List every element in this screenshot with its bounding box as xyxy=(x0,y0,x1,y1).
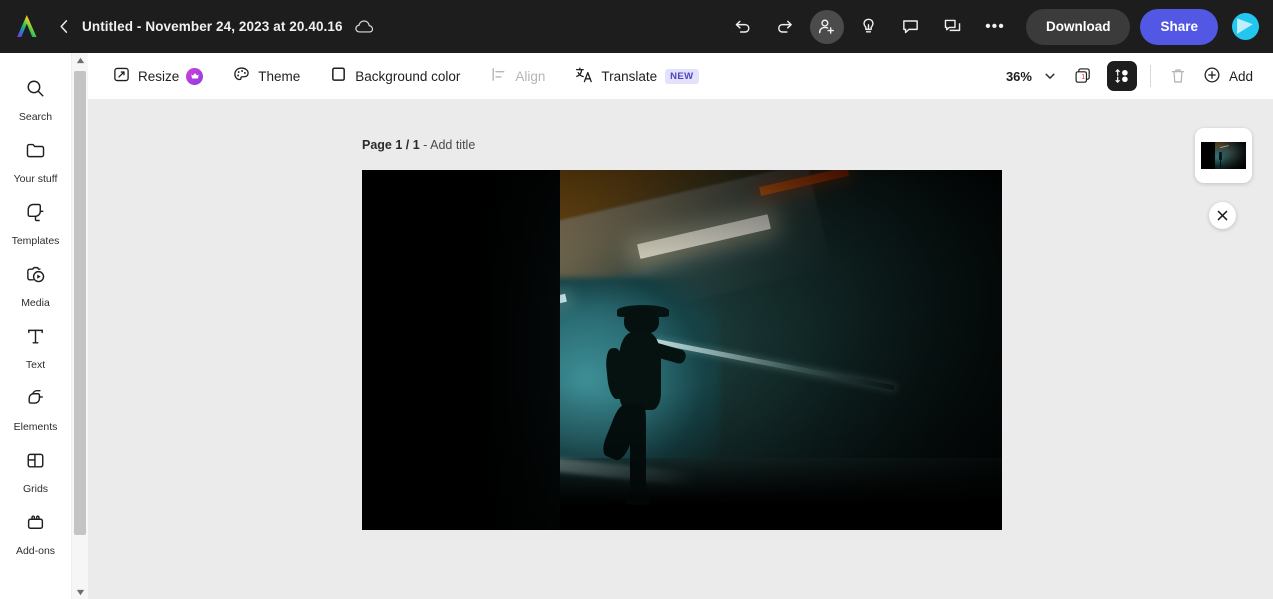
premium-crown-icon xyxy=(186,67,204,85)
sidebar-scrollbar[interactable] xyxy=(71,53,88,599)
background-color-label: Background color xyxy=(355,68,461,84)
align-label: Align xyxy=(515,68,546,84)
media-icon xyxy=(25,264,46,290)
svg-text:1: 1 xyxy=(1081,74,1085,81)
translate-tool[interactable]: Translate NEW xyxy=(565,60,708,92)
translate-label: Translate xyxy=(601,68,658,84)
resize-tool[interactable]: Resize xyxy=(103,60,213,92)
translate-new-badge: NEW xyxy=(665,68,699,84)
page-thumbnail-card[interactable] xyxy=(1195,128,1252,183)
sidebar-item-search[interactable]: Search xyxy=(0,69,71,131)
align-icon xyxy=(490,66,507,86)
sidebar-item-yourstuff[interactable]: Your stuff xyxy=(0,131,71,193)
more-options-icon[interactable]: ••• xyxy=(978,10,1012,44)
sidebar-item-grids[interactable]: Grids xyxy=(0,441,71,503)
addons-icon xyxy=(25,512,46,538)
trash-icon[interactable] xyxy=(1164,62,1192,90)
sidebar-label-yourstuff: Your stuff xyxy=(13,172,58,185)
redo-icon[interactable] xyxy=(768,10,802,44)
page-stack-icon[interactable]: 1 xyxy=(1069,62,1097,90)
top-bar: Untitled - November 24, 2023 at 20.40.16 xyxy=(0,0,1273,53)
ideas-lightbulb-icon[interactable] xyxy=(852,10,886,44)
theme-tool[interactable]: Theme xyxy=(223,60,310,92)
add-label: Add xyxy=(1228,68,1253,84)
page-label-title: - Add title xyxy=(419,138,476,152)
canvas-area[interactable]: Page 1 / 1 - Add title xyxy=(88,100,1273,599)
palette-icon xyxy=(233,66,250,86)
add-page-button[interactable]: Add xyxy=(1197,66,1259,87)
scroll-down-arrow-icon[interactable] xyxy=(72,585,89,599)
theme-label: Theme xyxy=(258,68,301,84)
duplicate-comment-icon[interactable] xyxy=(936,10,970,44)
sidebar-label-templates: Templates xyxy=(11,234,60,247)
plus-circle-icon xyxy=(1203,66,1221,87)
scrollbar-thumb[interactable] xyxy=(74,71,86,535)
cloud-saved-icon xyxy=(354,19,374,34)
sidebar-item-media[interactable]: Media xyxy=(0,255,71,317)
background-color-tool[interactable]: Background color xyxy=(320,60,470,92)
background-circle-icon xyxy=(330,66,347,86)
comment-icon[interactable] xyxy=(894,10,928,44)
undo-icon[interactable] xyxy=(726,10,760,44)
translate-icon xyxy=(575,66,593,87)
artboard-photo xyxy=(362,170,1002,530)
sidebar-item-elements[interactable]: Elements xyxy=(0,379,71,441)
pages-panel-toggle[interactable] xyxy=(1106,61,1137,91)
photo-vignette xyxy=(362,170,1002,530)
chevron-down-icon[interactable] xyxy=(1036,62,1064,90)
sidebar-label-addons: Add-ons xyxy=(15,544,56,557)
back-button[interactable] xyxy=(50,13,78,41)
zoom-level[interactable]: 36% xyxy=(1006,69,1032,84)
page-label[interactable]: Page 1 / 1 - Add title xyxy=(362,138,475,152)
sidebar-label-elements: Elements xyxy=(13,420,58,433)
grids-icon xyxy=(25,450,46,476)
artboard[interactable] xyxy=(362,170,1002,530)
templates-icon xyxy=(25,202,46,228)
page-label-number: Page 1 / 1 xyxy=(362,138,420,152)
sidebar-label-search: Search xyxy=(18,110,53,123)
close-panel-button[interactable] xyxy=(1209,202,1236,229)
align-tool[interactable]: Align xyxy=(480,60,555,92)
sidebar-label-grids: Grids xyxy=(22,482,49,495)
sidebar-item-addons[interactable]: Add-ons xyxy=(0,503,71,565)
resize-icon xyxy=(113,66,130,86)
toolbar-divider xyxy=(1149,65,1151,87)
close-icon xyxy=(1217,210,1228,221)
resize-label: Resize xyxy=(138,68,180,84)
app-root: Untitled - November 24, 2023 at 20.40.16 xyxy=(0,0,1273,599)
sidebar-label-media: Media xyxy=(21,296,50,309)
page-thumbnail-image xyxy=(1201,142,1246,169)
adobe-express-logo-icon[interactable] xyxy=(10,11,44,43)
invite-people-icon[interactable] xyxy=(809,9,844,44)
search-icon xyxy=(25,78,46,104)
download-button[interactable]: Download xyxy=(1025,8,1131,45)
sidebar-label-text: Text xyxy=(25,358,46,371)
sub-toolbar: Resize Theme Background color Align Tran… xyxy=(0,53,1273,100)
left-rail: Search Your stuff Templates Media Text E… xyxy=(0,53,71,599)
sidebar-item-templates[interactable]: Templates xyxy=(0,193,71,255)
sidebar-item-text[interactable]: Text xyxy=(0,317,71,379)
scroll-up-arrow-icon[interactable] xyxy=(72,53,89,67)
document-title[interactable]: Untitled - November 24, 2023 at 20.40.16 xyxy=(82,19,343,34)
folder-icon xyxy=(25,140,46,166)
share-button[interactable]: Share xyxy=(1140,8,1218,45)
elements-icon xyxy=(25,388,46,414)
text-icon xyxy=(25,326,46,352)
avatar[interactable] xyxy=(1232,13,1259,40)
